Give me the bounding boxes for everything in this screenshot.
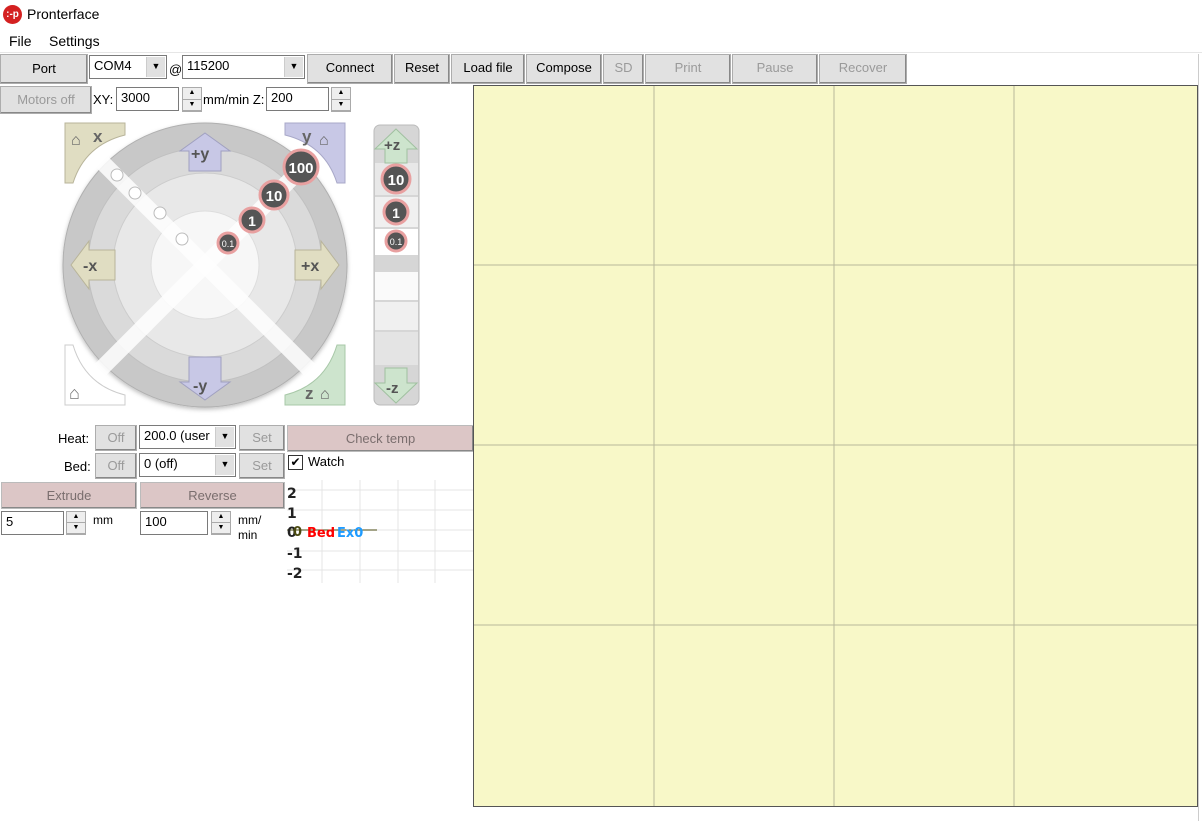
bed-temp-value: 0 (off) [144, 456, 178, 471]
extrude-button[interactable]: Extrude [1, 482, 137, 509]
graph-legend-bed: Bed [307, 526, 336, 541]
heat-temp-select[interactable]: 200.0 (user ▼ [139, 425, 236, 449]
menu-settings[interactable]: Settings [49, 33, 100, 49]
svg-text:100: 100 [288, 160, 313, 177]
bed-off-button[interactable]: Off [95, 453, 137, 479]
plus-x-label: +x [301, 258, 319, 275]
graph-y-tick: -2 [287, 566, 303, 582]
extrude-speed-unit: mm/ min [238, 513, 262, 542]
z-step-badge-10: 10 [380, 163, 412, 195]
xy-label: XY: [93, 92, 114, 107]
xy-feedrate-input[interactable]: 3000 [116, 87, 179, 111]
minus-y-label: -y [193, 378, 207, 395]
chevron-down-icon: ▼ [215, 427, 234, 447]
home-icon: ⌂ [71, 132, 81, 149]
bed-temp-select[interactable]: 0 (off) ▼ [139, 453, 236, 477]
check-temp-button[interactable]: Check temp [287, 425, 474, 452]
xy-feedrate-spinner[interactable]: ▲ ▼ [182, 87, 202, 112]
baud-value: 115200 [187, 58, 230, 73]
xy-unit-label: mm/min Z: [203, 92, 265, 107]
minus-x-label: -x [83, 258, 97, 275]
port-value: COM4 [94, 58, 132, 73]
extrude-speed-input[interactable]: 100 [140, 511, 208, 535]
home-icon: ⌂ [69, 383, 80, 403]
plus-y-label: +y [191, 146, 209, 163]
home-x-label: x [93, 127, 103, 146]
graph-y-tick: -1 [287, 546, 303, 562]
heat-off-button[interactable]: Off [95, 425, 137, 451]
bed-set-button[interactable]: Set [239, 453, 285, 479]
step-badge-0.1: 0.1 [216, 231, 240, 255]
minus-z-label: -z [386, 380, 399, 397]
svg-text:1: 1 [248, 213, 256, 229]
graph-y-tick: 1 [287, 506, 297, 522]
graph-y-tick: 2 [287, 486, 297, 502]
z-step-badge-1: 1 [382, 198, 410, 226]
window-title: Pronterface [27, 6, 100, 22]
menu-file[interactable]: File [9, 33, 32, 49]
menu-divider [0, 52, 1202, 53]
port-select[interactable]: COM4 ▼ [89, 55, 167, 79]
extrude-length-input[interactable]: 5 [1, 511, 64, 535]
heat-temp-value: 200.0 (user [144, 428, 210, 443]
home-icon: ⌂ [320, 386, 330, 403]
watch-checkbox[interactable]: ✔ [288, 455, 303, 470]
svg-text:1: 1 [392, 205, 400, 221]
extrude-length-unit: mm [93, 513, 113, 527]
extrude-length-spinner[interactable]: ▲ ▼ [66, 511, 86, 535]
svg-text:0.1: 0.1 [390, 237, 403, 247]
build-plate-view[interactable] [473, 85, 1198, 807]
recover-button[interactable]: Recover [819, 54, 907, 84]
app-logo: :-p [3, 5, 22, 24]
at-label: @ [169, 62, 183, 77]
bed-label: Bed: [64, 459, 91, 474]
step-badge-100: 100 [282, 148, 320, 186]
home-z-label: z [305, 384, 314, 403]
heat-set-button[interactable]: Set [239, 425, 285, 451]
chevron-down-icon: ▼ [284, 57, 303, 77]
graph-legend-ex0: Ex0 [337, 526, 364, 541]
home-y-label: y [302, 127, 312, 146]
svg-text:0.1: 0.1 [222, 239, 235, 249]
reset-button[interactable]: Reset [394, 54, 450, 84]
home-icon: ⌂ [319, 132, 329, 149]
heat-label: Heat: [58, 431, 90, 446]
motors-off-button[interactable]: Motors off [0, 86, 92, 114]
compose-button[interactable]: Compose [526, 54, 602, 84]
print-button[interactable]: Print [645, 54, 731, 84]
reverse-button[interactable]: Reverse [140, 482, 285, 509]
svg-text:10: 10 [266, 188, 283, 205]
z-step-badge-0.1: 0.1 [384, 229, 408, 253]
pause-button[interactable]: Pause [732, 54, 818, 84]
port-button[interactable]: Port [0, 54, 88, 84]
step-badge-1: 1 [238, 206, 266, 234]
connect-button[interactable]: Connect [307, 54, 393, 84]
plus-z-label: +z [384, 137, 400, 154]
svg-text:10: 10 [388, 172, 405, 189]
step-badge-10: 10 [258, 179, 290, 211]
sd-button[interactable]: SD [603, 54, 644, 84]
watch-label: Watch [308, 454, 345, 469]
baud-select[interactable]: 115200 ▼ [182, 55, 305, 79]
xy-jog-control[interactable]: ⌂ x y ⌂ ⌂ z ⌂ +y -y -x +x 100 10 1 0.1 +… [55, 115, 430, 415]
panel-divider [1198, 54, 1199, 821]
z-feedrate-spinner[interactable]: ▲ ▼ [331, 87, 351, 112]
chevron-down-icon: ▼ [146, 57, 165, 77]
chevron-down-icon: ▼ [215, 455, 234, 475]
extrude-speed-spinner[interactable]: ▲ ▼ [211, 511, 231, 535]
graph-legend-target: 0 [293, 525, 303, 540]
load-file-button[interactable]: Load file [451, 54, 525, 84]
z-feedrate-input[interactable]: 200 [266, 87, 329, 111]
